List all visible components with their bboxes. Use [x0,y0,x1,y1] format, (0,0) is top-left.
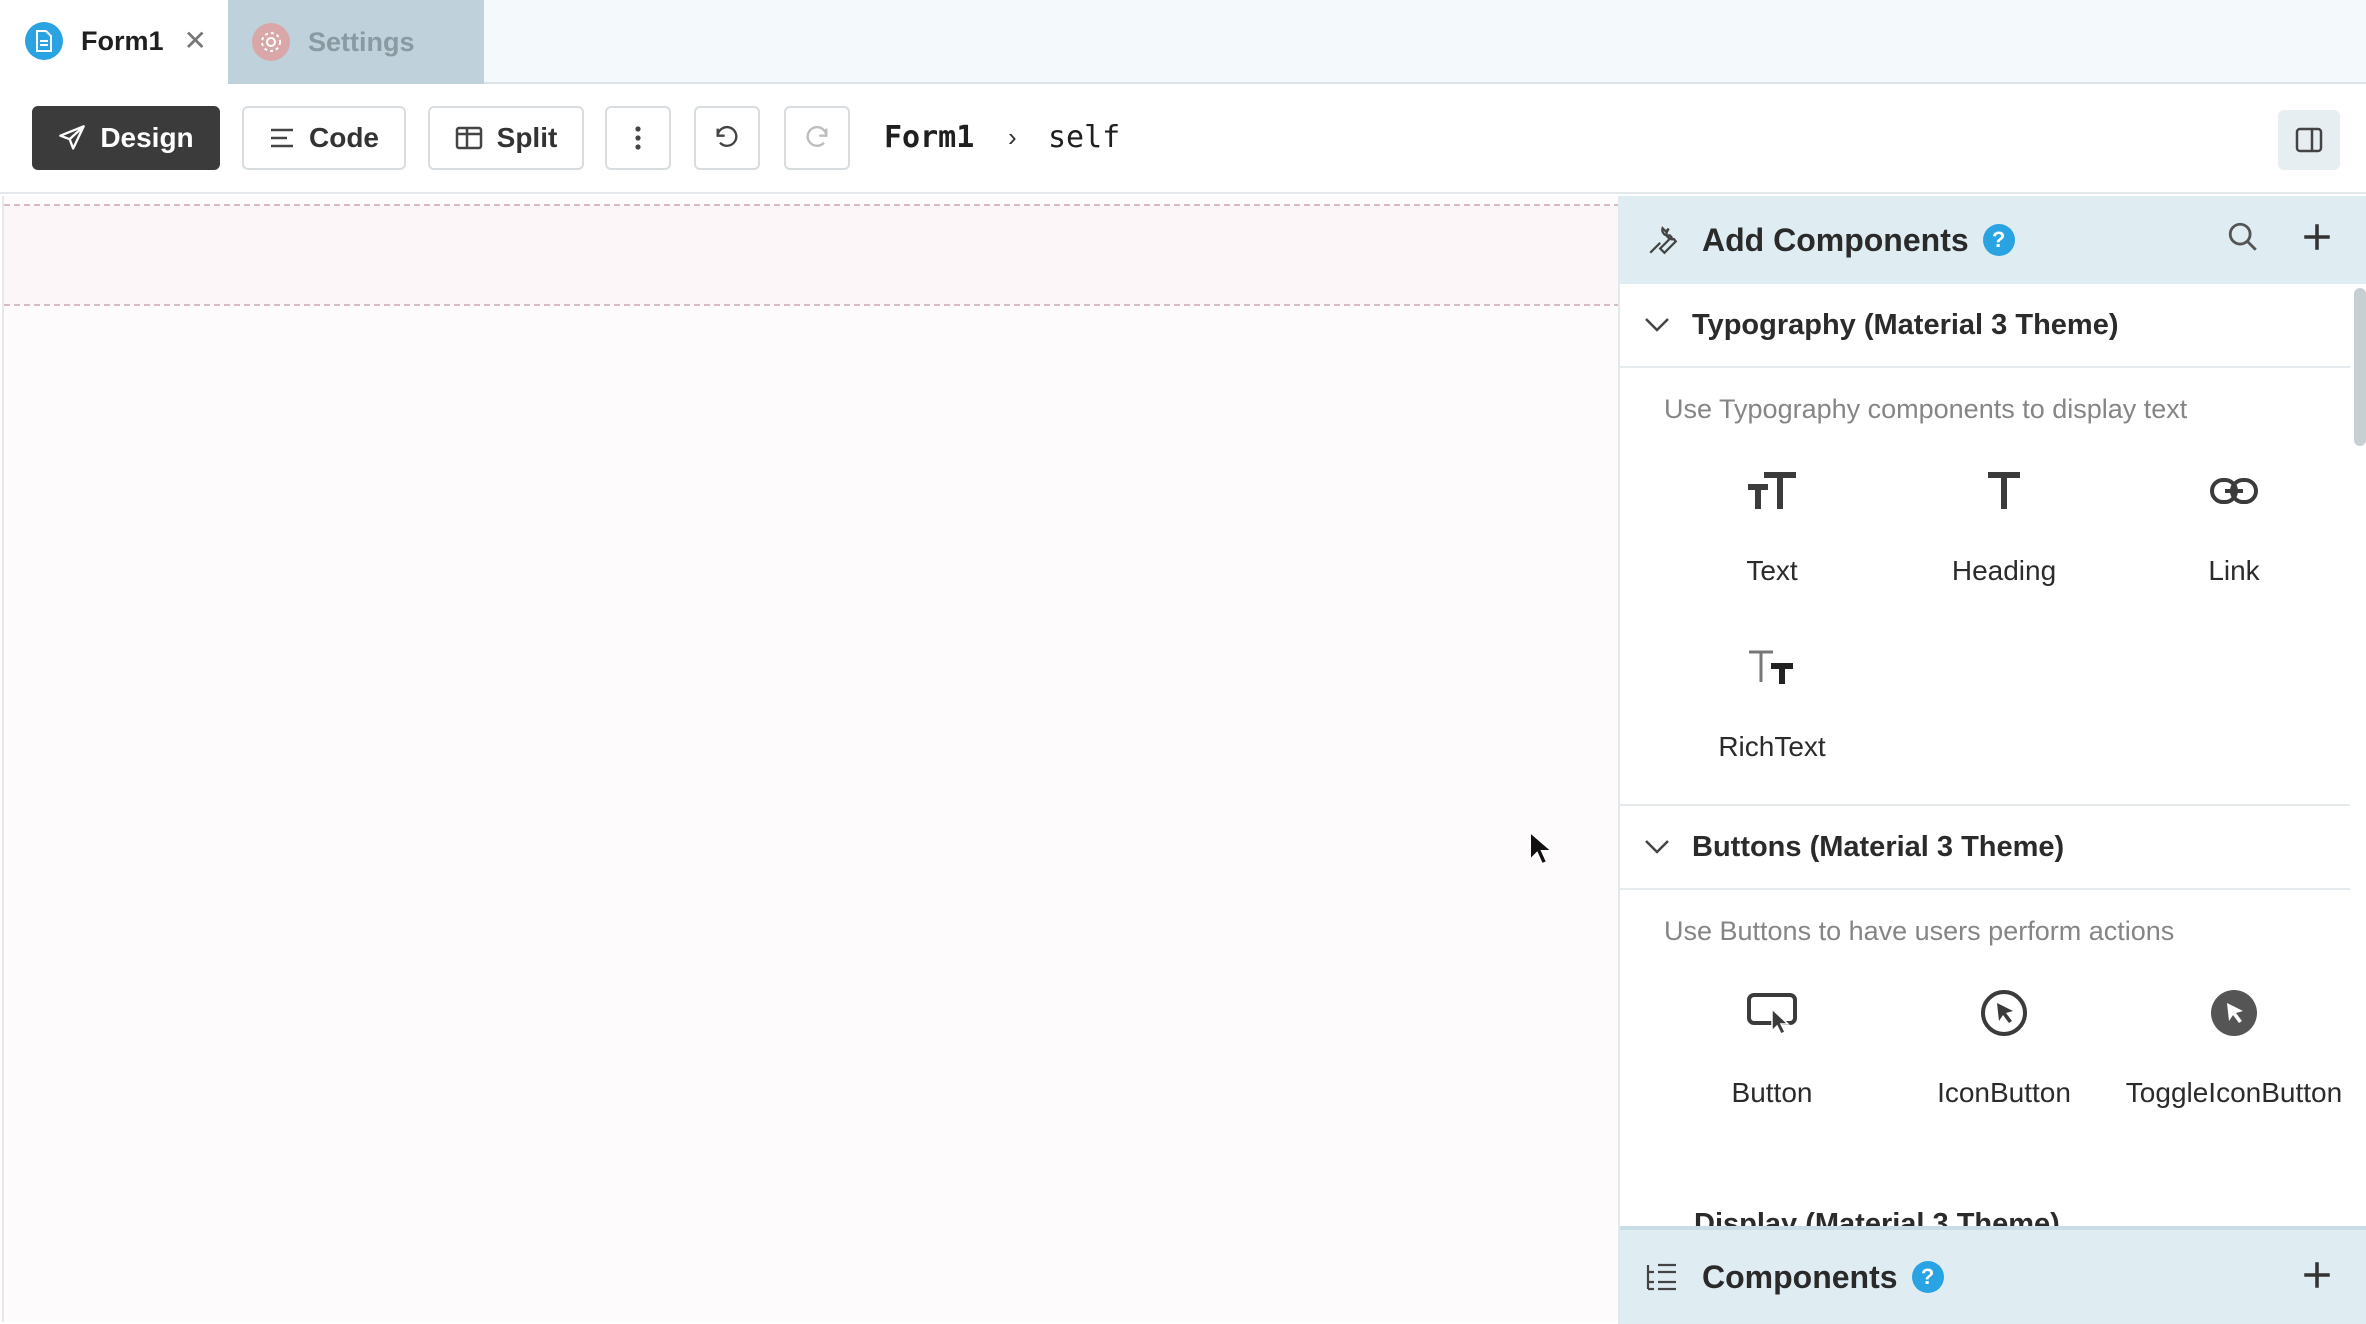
breadcrumb-separator: › [1008,122,1017,152]
side-panel: Add Components ? Typography (Material 3 … [1618,196,2366,1324]
section-typography-title: Typography (Material 3 Theme) [1692,308,2119,341]
scrollbar[interactable] [2354,288,2366,446]
add-components-header: Add Components ? [1620,196,2366,284]
split-view-icon [455,126,482,150]
tab-bar: Form1 ✕ Settings [0,0,2366,85]
heading-icon [1984,460,2024,522]
component-iconbutton[interactable]: IconButton [1894,982,2114,1112]
redo-icon [806,125,828,147]
mouse-cursor-icon [1529,830,1554,866]
component-label: ToggleIconButton [2125,1077,2343,1108]
close-icon[interactable]: ✕ [184,27,207,55]
more-button[interactable] [605,106,671,170]
components-panel-header: Components ? [1620,1226,2366,1324]
components-title: Components [1702,1258,1898,1295]
add-icon[interactable] [2300,220,2334,254]
split-button-label: Split [496,122,558,153]
toggle-icon-button-icon [2209,982,2259,1044]
components-list[interactable]: Typography (Material 3 Theme) Use Typogr… [1620,284,2350,1224]
code-button[interactable]: Code [242,106,406,170]
panel-toggle-button[interactable] [2278,110,2340,170]
component-label: Heading [1951,555,2057,586]
design-button[interactable]: Design [32,106,220,170]
component-label: IconButton [1937,1077,2071,1108]
gear-icon [252,23,290,61]
add-icon[interactable] [2300,1258,2334,1292]
component-text[interactable]: Text [1662,460,1882,590]
help-icon[interactable]: ? [1911,1261,1944,1293]
section-typography-description: Use Typography components to display tex… [1664,394,2188,424]
component-label: RichText [1718,731,1826,762]
component-toggleiconbutton[interactable]: ToggleIconButton [2124,982,2344,1112]
breadcrumb-form[interactable]: Form1 [884,120,974,155]
section-typography-header[interactable]: Typography (Material 3 Theme) [1620,284,2350,368]
component-heading[interactable]: Heading [1894,460,2114,590]
section-buttons-title: Buttons (Material 3 Theme) [1692,830,2065,863]
file-icon [25,22,63,60]
undo-button[interactable] [694,106,760,170]
component-link[interactable]: Link [2124,460,2344,590]
design-button-label: Design [100,122,194,153]
search-icon[interactable] [2226,220,2260,254]
button-click-icon [1746,982,1798,1044]
split-button[interactable]: Split [428,106,584,170]
section-buttons-header[interactable]: Buttons (Material 3 Theme) [1620,806,2350,890]
more-vertical-icon [635,126,641,150]
component-label: Button [1731,1077,1813,1108]
lines-icon [271,128,293,148]
undo-icon [716,125,738,147]
drop-zone[interactable] [4,206,1620,304]
chevron-down-icon [1645,840,1669,854]
design-canvas[interactable] [2,196,1620,1322]
tab-form1[interactable]: Form1 ✕ [0,0,228,85]
chevron-down-icon [1645,318,1669,332]
add-components-title: Add Components [1702,221,1969,258]
component-button[interactable]: Button [1662,982,1882,1112]
sidebar-icon [2295,127,2323,153]
icon-button-icon [1980,982,2028,1044]
breadcrumb-target[interactable]: self [1048,120,1120,155]
code-button-label: Code [309,122,379,153]
wrench-icon [1649,226,1678,255]
toolbar: Design Code Split Form1 › self [0,86,2366,194]
send-icon [59,125,86,150]
drop-zone-border-bottom [4,304,1620,306]
help-icon[interactable]: ? [1982,224,2015,256]
tab-form1-label: Form1 [81,25,164,56]
rich-text-icon [1747,636,1797,698]
link-icon [2209,460,2259,522]
tree-list-icon [1646,1263,1676,1291]
redo-button[interactable] [784,106,850,170]
component-label: Link [2208,555,2260,586]
drop-zone-border-top [4,204,1620,206]
tab-settings-label: Settings [308,26,415,57]
text-size-icon [1746,460,1798,522]
tab-settings[interactable]: Settings [228,0,484,84]
component-label: Text [1746,555,1798,586]
section-buttons-description: Use Buttons to have users perform action… [1664,916,2175,946]
component-richtext[interactable]: RichText [1662,636,1882,766]
